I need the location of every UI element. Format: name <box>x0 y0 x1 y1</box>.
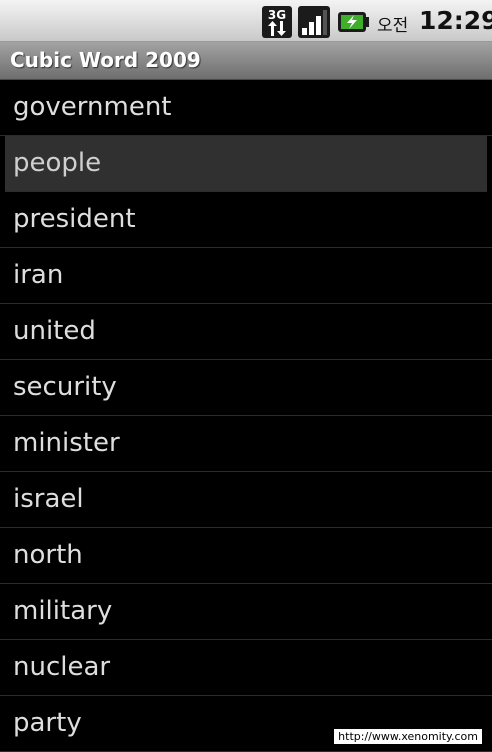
watermark: http://www.xenomity.com <box>334 729 482 744</box>
app-title: Cubic Word 2009 <box>10 48 201 72</box>
word-item[interactable]: israel <box>0 472 492 528</box>
word-item[interactable]: iran <box>0 248 492 304</box>
word-list: government people president iran united … <box>0 80 492 752</box>
word-item[interactable]: nuclear <box>0 640 492 696</box>
title-bar: Cubic Word 2009 <box>0 42 492 80</box>
word-item[interactable]: united <box>0 304 492 360</box>
word-item-selected[interactable]: people <box>5 136 487 192</box>
battery-charging-icon <box>338 12 369 32</box>
word-item[interactable]: minister <box>0 416 492 472</box>
word-item[interactable]: security <box>0 360 492 416</box>
status-bar: 3G 오전 12:29 <box>0 0 492 42</box>
clock: 12:29 <box>419 6 492 35</box>
word-item[interactable]: military <box>0 584 492 640</box>
signal-strength-icon <box>298 6 330 38</box>
word-item[interactable]: president <box>0 192 492 248</box>
3g-data-icon: 3G <box>262 6 292 38</box>
network-type-label: 3G <box>268 8 286 22</box>
word-item[interactable]: government <box>0 80 492 136</box>
word-item[interactable]: north <box>0 528 492 584</box>
ampm-label: 오전 <box>377 16 409 36</box>
